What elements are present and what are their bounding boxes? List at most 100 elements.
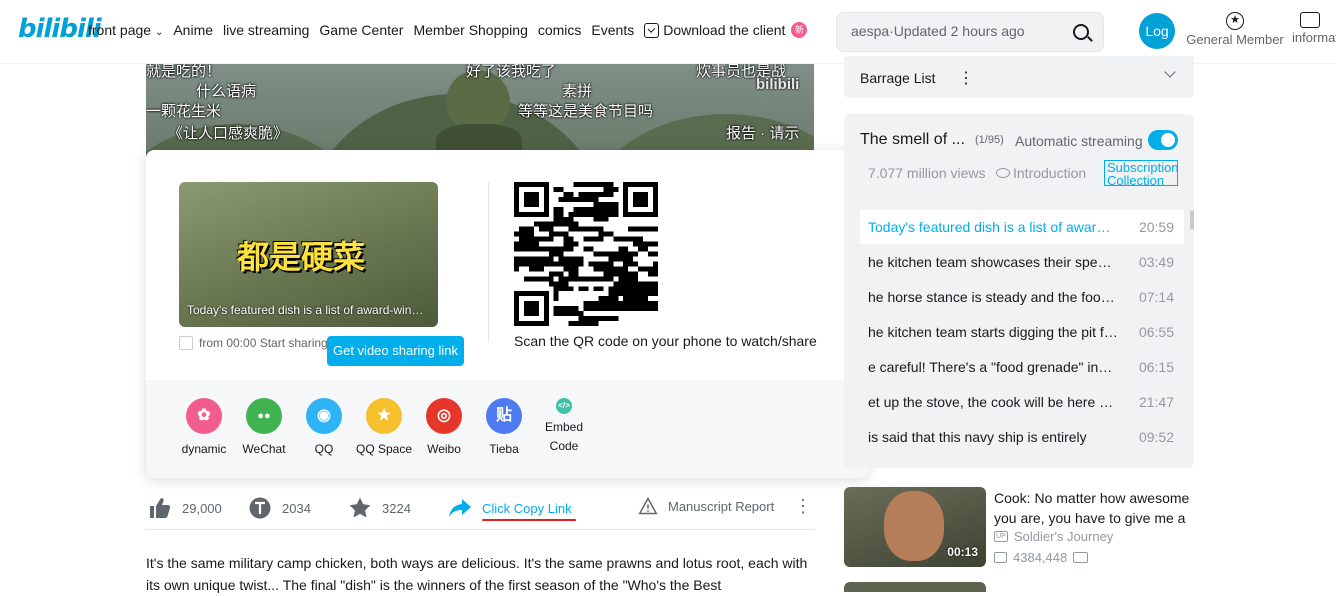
share-qq[interactable]: ◉ QQ <box>294 398 354 458</box>
danmaku-count-icon <box>1073 552 1089 563</box>
recommended-uploader[interactable]: UP Soldier's Journey <box>994 529 1113 544</box>
share-embed-code[interactable]: </> Embed Code <box>534 398 594 458</box>
new-badge: 新 <box>791 22 808 38</box>
share-dynamic[interactable]: ✿ dynamic <box>174 398 234 458</box>
nav-comics[interactable]: comics <box>538 22 582 38</box>
danmaku-comment: 一颗花生米 <box>146 103 222 120</box>
playlist-panel: The smell of ... (1/95) Automatic stream… <box>844 114 1194 468</box>
eye-icon <box>996 168 1010 178</box>
autoplay-toggle[interactable] <box>1148 130 1178 150</box>
get-sharing-link-button[interactable]: Get video sharing link <box>327 336 464 366</box>
playlist-episode[interactable]: he kitchen team starts digging the pit f… <box>868 315 1184 349</box>
search-input[interactable] <box>851 23 1061 39</box>
main-nav: front page ⌄ Anime live streaming Game C… <box>88 22 808 38</box>
barrage-list-title: Barrage List <box>860 70 936 86</box>
share-button[interactable]: Click Copy Link <box>448 496 576 521</box>
weibo-icon: ◎ <box>426 398 462 434</box>
member-icon: ★ <box>1226 12 1244 30</box>
report-button[interactable]: Manuscript Report <box>638 496 774 516</box>
more-menu-icon[interactable]: ⋮ <box>794 496 812 517</box>
playlist-episode[interactable]: he kitchen team showcases their special … <box>868 245 1184 279</box>
playlist-views: 7.077 million views <box>868 165 986 181</box>
thumbnail-title-text: 都是硬菜 <box>237 238 366 276</box>
qr-code <box>514 182 658 326</box>
playlist-episode[interactable]: he horse stance is steady and the food i… <box>868 280 1184 314</box>
danmaku-comment: 什么语病 <box>196 83 257 100</box>
recommended-video-title[interactable]: Cook: No matter how awesome you are, you… <box>994 488 1194 528</box>
next-recommended-thumbnail[interactable] <box>844 582 986 592</box>
thumbs-up-icon <box>150 498 171 518</box>
nav-events[interactable]: Events <box>591 22 634 38</box>
wechat-icon: ●● <box>246 398 282 434</box>
video-watermark: bilibili <box>756 76 800 93</box>
video-duration: 00:13 <box>947 545 978 559</box>
danmaku-comment: 好了该我吃了 <box>466 64 557 80</box>
download-icon <box>644 22 660 38</box>
danmaku-comment: 素拼 <box>562 83 593 100</box>
star-icon <box>349 497 371 518</box>
thumbnail-caption: Today's featured dish is a list of award… <box>187 303 430 317</box>
dynamic-icon: ✿ <box>186 398 222 434</box>
divider <box>488 182 489 342</box>
thumbnail-figure <box>884 491 944 561</box>
playlist-episode[interactable]: is said that this navy ship is entirely … <box>868 420 1184 454</box>
share-weibo[interactable]: ◎ Weibo <box>414 398 474 458</box>
tieba-icon: 贴 <box>486 398 522 434</box>
information-link[interactable]: information <box>1292 12 1336 45</box>
download-client-link[interactable]: Download the client 新 <box>644 22 808 38</box>
general-member-link[interactable]: ★ General Member <box>1184 12 1286 47</box>
like-button[interactable]: 29,000 <box>148 496 222 520</box>
playlist-episode[interactable]: et up the stove, the cook will be here s… <box>868 385 1184 419</box>
embed-code-icon: </> <box>556 398 572 414</box>
playlist-count: (1/95) <box>975 134 1004 146</box>
qq-space-icon: ★ <box>366 398 402 434</box>
recommended-views: 4384,448 <box>994 550 1089 565</box>
video-description: It's the same military camp chicken, bot… <box>146 555 808 593</box>
danmaku-comment: 就是吃的！ <box>146 64 222 80</box>
warning-icon <box>638 496 658 515</box>
qq-icon: ◉ <box>306 398 342 434</box>
login-avatar[interactable]: Log <box>1139 13 1175 49</box>
nav-front-page[interactable]: front page ⌄ <box>88 22 163 38</box>
playlist-scrollbar[interactable] <box>1190 210 1194 230</box>
danmaku-comment: 《让人口感爽脆》 <box>168 125 289 142</box>
playlist-introduction[interactable]: Introduction <box>996 165 1086 181</box>
start-time-option[interactable]: from 00:00 Start sharing <box>179 336 328 350</box>
playlist-episode[interactable]: e careful! There's a "food grenade" inco… <box>868 350 1184 384</box>
barrage-options-icon[interactable]: ⋮ <box>958 68 974 88</box>
playlist-episode[interactable]: Today's featured dish is a list of award… <box>860 210 1184 244</box>
favorite-button[interactable]: 3224 <box>348 496 411 520</box>
nav-member-shopping[interactable]: Member Shopping <box>413 22 527 38</box>
autoplay-label: Automatic streaming <box>1015 133 1143 149</box>
playlist-title: The smell of ... <box>860 131 965 148</box>
share-tieba[interactable]: 贴 Tieba <box>474 398 534 458</box>
nav-game-center[interactable]: Game Center <box>319 22 403 38</box>
coin-icon <box>249 497 271 519</box>
chevron-down-icon: ⌄ <box>154 27 164 38</box>
video-action-bar: 29,000 2034 3224 Click Copy Link Manuscr… <box>146 492 814 530</box>
qr-caption: Scan the QR code on your phone to watch/… <box>514 333 817 349</box>
search-box <box>836 12 1104 52</box>
danmaku-comment: 报告 · 请示 <box>726 125 800 142</box>
start-time-checkbox[interactable] <box>179 336 193 350</box>
coin-button[interactable]: 2034 <box>248 496 311 520</box>
share-video-thumbnail[interactable]: 都是硬菜 Today's featured dish is a list of … <box>179 182 438 327</box>
share-popup: 都是硬菜 Today's featured dish is a list of … <box>146 150 868 478</box>
chevron-down-icon[interactable] <box>1164 66 1176 78</box>
share-arrow-icon <box>449 499 471 517</box>
barrage-list-panel[interactable]: Barrage List ⋮ <box>844 56 1194 98</box>
search-icon[interactable] <box>1073 24 1089 40</box>
play-count-icon <box>994 552 1007 563</box>
recommended-video-thumbnail[interactable]: 00:13 <box>844 487 986 567</box>
subscribe-collection-button[interactable]: Subscription Collection <box>1104 160 1179 187</box>
share-qq-space[interactable]: ★ QQ Space <box>354 398 414 458</box>
share-target-list: ✿ dynamic ●● WeChat ◉ QQ ★ QQ Space ◎ We… <box>174 398 594 458</box>
nav-anime[interactable]: Anime <box>173 22 213 38</box>
copy-link[interactable]: Click Copy Link <box>482 501 576 521</box>
up-badge-icon: UP <box>994 531 1008 542</box>
share-wechat[interactable]: ●● WeChat <box>234 398 294 458</box>
danmaku-comment: 等等这是美食节目吗 <box>518 103 654 120</box>
top-header: bilibili front page ⌄ Anime live streami… <box>0 0 1336 64</box>
nav-live-streaming[interactable]: live streaming <box>223 22 309 38</box>
message-icon <box>1300 12 1320 28</box>
